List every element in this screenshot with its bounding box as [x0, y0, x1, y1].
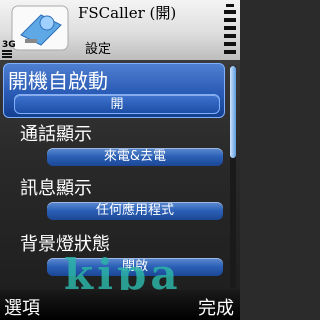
app-icon — [11, 5, 69, 51]
setting-label: 開機自啟動 — [8, 69, 108, 93]
softkey-bar: 選項 完成 — [0, 290, 240, 320]
setting-label: 背景燈狀態 — [20, 234, 110, 255]
scrollbar-thumb[interactable] — [230, 66, 236, 158]
signal-strength-icon — [2, 50, 12, 58]
setting-value-call-display[interactable]: 來電&去電 — [47, 148, 223, 166]
setting-value-backlight[interactable]: 開啟 — [47, 258, 223, 276]
setting-autostart[interactable]: 開機自啟動 開 — [3, 63, 225, 118]
setting-backlight[interactable]: 背景燈狀態 開啟 — [0, 230, 228, 286]
scrollbar[interactable] — [230, 66, 236, 288]
battery-icon — [224, 4, 236, 54]
setting-value-autostart[interactable]: 開 — [14, 94, 220, 114]
setting-message-display[interactable]: 訊息顯示 任何應用程式 — [0, 174, 228, 230]
network-type-label: 3G — [2, 40, 16, 50]
options-softkey[interactable]: 選項 — [4, 294, 40, 320]
setting-value-message-display[interactable]: 任何應用程式 — [47, 202, 223, 220]
done-softkey[interactable]: 完成 — [198, 294, 234, 320]
page-subtitle: 設定 — [85, 42, 112, 57]
title-bar: 3G FSCaller (開) 設定 — [0, 0, 240, 60]
settings-list: 開機自啟動 開 通話顯示 來電&去電 訊息顯示 任何應用程式 背景燈狀態 開啟 — [0, 60, 240, 290]
setting-label: 訊息顯示 — [20, 178, 92, 199]
setting-label: 通話顯示 — [20, 124, 92, 145]
setting-call-display[interactable]: 通話顯示 來電&去電 — [0, 120, 228, 176]
app-title: FSCaller (開) — [78, 4, 177, 22]
